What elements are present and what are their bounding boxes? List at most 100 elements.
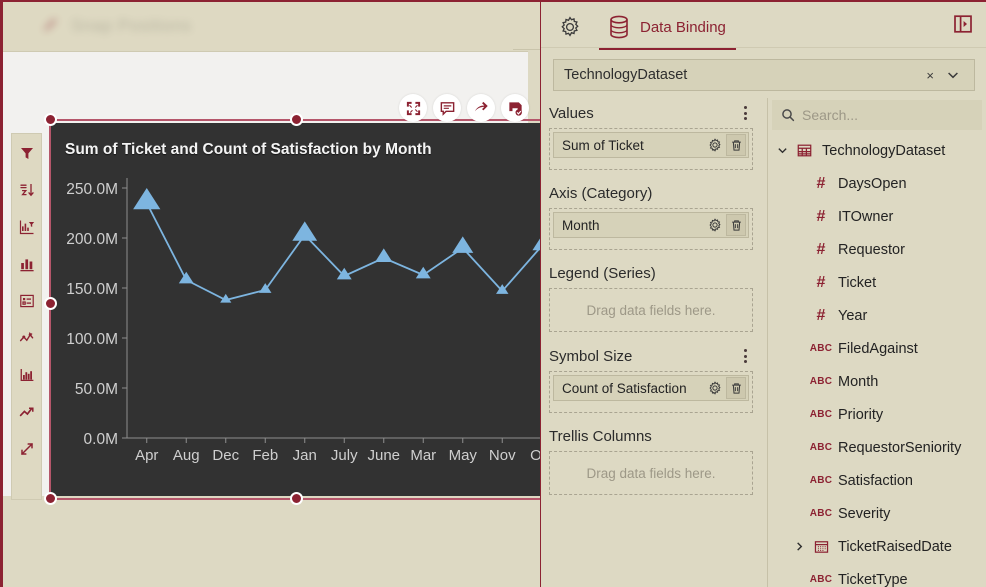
data-point-marker[interactable] — [133, 187, 161, 210]
svg-text:Dec: Dec — [212, 447, 239, 464]
field-chip-settings-gear-icon[interactable] — [705, 214, 725, 236]
field-chip-settings-gear-icon[interactable] — [705, 134, 725, 156]
field-tree-item[interactable]: # Ticket — [768, 266, 986, 299]
svg-text:0.0M: 0.0M — [84, 431, 118, 448]
field-chip[interactable]: Sum of Ticket — [553, 132, 749, 158]
field-chip-delete-icon[interactable] — [726, 214, 746, 236]
histogram-icon[interactable] — [16, 364, 38, 386]
svg-text:100.0M: 100.0M — [66, 331, 118, 348]
data-point-marker[interactable] — [375, 248, 393, 262]
dataset-select-value: TechnologyDataset — [564, 67, 688, 83]
chart-filter-icon[interactable] — [16, 216, 38, 238]
shelf-dropzone[interactable]: Drag data fields here. — [549, 451, 753, 495]
text-icon: ABC — [809, 475, 833, 486]
data-point-marker[interactable] — [292, 221, 318, 241]
search-input-placeholder: Search... — [802, 107, 859, 123]
resize-handle-middle-left[interactable] — [44, 297, 57, 310]
search-input[interactable]: Search... — [772, 100, 982, 130]
chart-surface[interactable]: Sum of Ticket and Count of Satisfaction … — [51, 123, 540, 496]
chevron-down-icon[interactable] — [774, 142, 791, 159]
shelf-overflow-menu-icon[interactable] — [737, 104, 753, 122]
panel-tab-divider — [541, 47, 986, 48]
field-tree-item[interactable]: # Year — [768, 299, 986, 332]
svg-text:Feb: Feb — [252, 447, 278, 464]
field-tree-item[interactable]: ABC Severity — [768, 497, 986, 530]
comment-icon[interactable] — [433, 94, 461, 122]
field-tree-item[interactable]: ABC Satisfaction — [768, 464, 986, 497]
field-tree-item[interactable]: # ITOwner — [768, 200, 986, 233]
field-chip[interactable]: Count of Satisfaction — [553, 375, 749, 401]
search-icon — [781, 108, 795, 122]
field-tree-root[interactable]: TechnologyDataset — [768, 134, 986, 167]
scatter-trend-icon[interactable] — [16, 327, 38, 349]
chevron-right-icon[interactable] — [791, 538, 808, 555]
save-filter-icon[interactable] — [501, 94, 529, 122]
field-chip-delete-icon[interactable] — [726, 377, 746, 399]
line-chart-plot[interactable]: 0.0M 50.0M 100.0M 150.0M 200.0M 250.0M Apr Aug D… — [51, 123, 540, 496]
shelf-dropzone[interactable]: Count of Satisfaction — [549, 371, 753, 413]
field-tree-item[interactable]: ABC TicketType — [768, 563, 986, 587]
shelf-dropzone[interactable]: Drag data fields here. — [549, 288, 753, 332]
dataset-select[interactable]: TechnologyDataset × — [553, 59, 975, 91]
field-tree-item-label: Requestor — [838, 241, 905, 258]
resize-handle-bottom-left[interactable] — [44, 492, 57, 505]
legend-list-icon[interactable] — [16, 290, 38, 312]
maximize-icon[interactable] — [399, 94, 427, 122]
data-point-marker[interactable] — [452, 236, 474, 253]
shelf-dropzone[interactable]: Month — [549, 208, 753, 250]
dashboard-designer-area: Snap Positions Sum of Ticket and Count o… — [3, 2, 540, 587]
svg-text:Oct: Oct — [530, 447, 540, 464]
field-tree-item-label: DaysOpen — [838, 175, 907, 192]
field-tree-item-label: Month — [838, 373, 879, 390]
field-chip-delete-icon[interactable] — [726, 134, 746, 156]
table-icon — [791, 142, 817, 159]
resize-handle-top-left[interactable] — [44, 113, 57, 126]
expand-diagonal-icon[interactable] — [16, 438, 38, 460]
number-icon: # — [816, 174, 826, 192]
bar-chart-icon[interactable] — [16, 253, 38, 275]
trendline-icon[interactable] — [16, 401, 38, 423]
filter-icon[interactable] — [16, 142, 38, 164]
field-tree-item-label: Ticket — [838, 274, 877, 291]
field-chip-settings-gear-icon[interactable] — [705, 377, 725, 399]
field-tree-item[interactable]: # Requestor — [768, 233, 986, 266]
delete-icon[interactable] — [535, 94, 540, 122]
chevron-down-icon[interactable] — [940, 68, 966, 82]
field-tree-item[interactable]: # DaysOpen — [768, 167, 986, 200]
field-chip-label: Sum of Ticket — [562, 137, 644, 153]
field-tree: TechnologyDataset # DaysOpen # ITOwner # Reque… — [768, 130, 986, 587]
field-tree-item[interactable]: TicketRaisedDate — [768, 530, 986, 563]
tab-data-binding[interactable]: Data Binding — [599, 14, 736, 50]
share-icon[interactable] — [467, 94, 495, 122]
field-tree-item[interactable]: ABC FiledAgainst — [768, 332, 986, 365]
gear-icon[interactable] — [553, 10, 587, 44]
chart-widget[interactable]: Sum of Ticket and Count of Satisfaction … — [44, 113, 540, 505]
sort-az-icon[interactable] — [16, 179, 38, 201]
data-point-marker[interactable] — [178, 271, 194, 284]
number-icon: # — [816, 306, 826, 324]
clear-dataset-icon[interactable]: × — [920, 68, 940, 83]
dropzone-placeholder: Drag data fields here. — [586, 302, 716, 318]
field-tree-item[interactable]: ABC Priority — [768, 398, 986, 431]
field-tree-item-label: TechnologyDataset — [822, 142, 946, 159]
panel-body: Values Sum of Ticket Axis (Category) Month L… — [541, 98, 986, 587]
panel-collapse-icon[interactable] — [949, 10, 977, 38]
resize-handle-bottom-center[interactable] — [290, 492, 303, 505]
shelf-dropzone[interactable]: Sum of Ticket — [549, 128, 753, 170]
data-point-marker[interactable] — [532, 236, 540, 251]
field-tree-item[interactable]: ABC RequestorSeniority — [768, 431, 986, 464]
field-chip[interactable]: Month — [553, 212, 749, 238]
shelf-overflow-menu-icon[interactable] — [737, 347, 753, 365]
field-tree-item[interactable]: ABC Month — [768, 365, 986, 398]
widget-toolbar — [399, 94, 540, 122]
field-tree-item-label: Severity — [838, 505, 891, 522]
text-icon: ABC — [809, 343, 833, 354]
resize-handle-top-center[interactable] — [290, 113, 303, 126]
svg-text:July: July — [331, 447, 358, 464]
shelf-title: Values — [549, 104, 594, 122]
